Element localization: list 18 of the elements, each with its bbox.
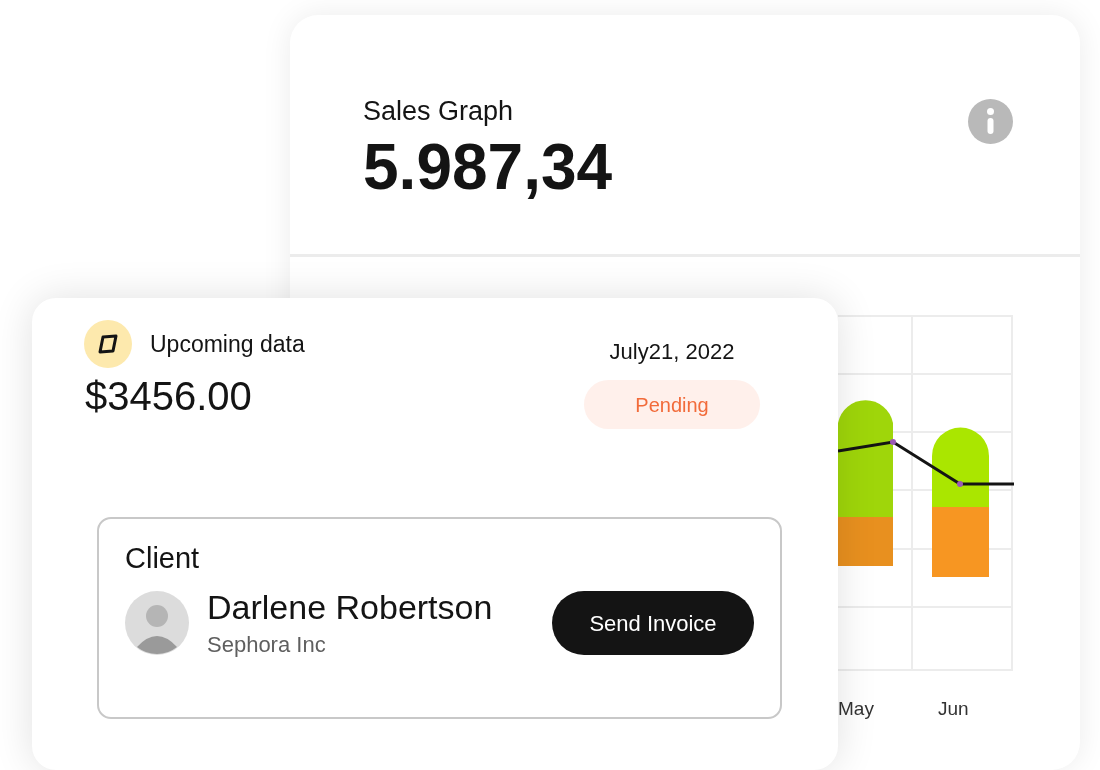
amount: $3456.00 [85,373,253,420]
section-heading: Client [125,541,201,575]
date: July21, 2022 [609,338,735,366]
info-icon[interactable] [968,99,1013,144]
bar-segment [932,507,989,577]
data-point [957,481,963,487]
status-badge: Pending [584,380,760,429]
client-name: Darlene Robertson [207,587,493,627]
client-company: Sephora Inc [207,631,327,659]
card-title: Sales Graph [363,95,514,127]
axis-label: May [838,697,874,721]
tag-icon [84,320,132,368]
sales-total: 5.987,34 [363,131,613,203]
data-point [890,439,896,445]
avatar [125,591,189,655]
card-title: Upcoming data [150,329,305,359]
send-invoice-button[interactable]: Send Invoice [552,591,754,655]
axis-label: Jun [938,697,969,721]
